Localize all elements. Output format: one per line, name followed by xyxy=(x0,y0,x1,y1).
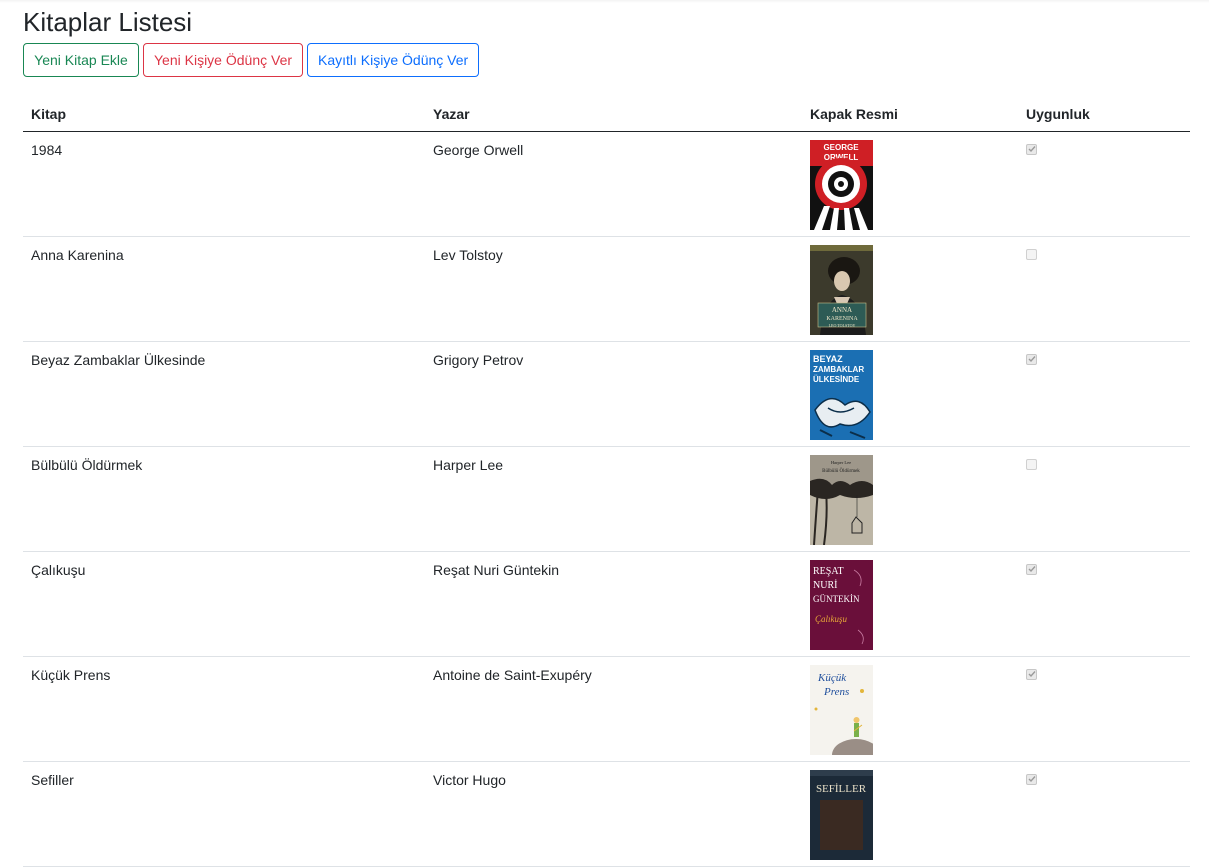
cover-text: Harper Lee xyxy=(831,460,851,465)
book-title: 1984 xyxy=(23,131,425,237)
cover-text: Prens xyxy=(823,686,849,698)
availability-checkbox[interactable] xyxy=(1026,353,1037,365)
availability-checkbox[interactable] xyxy=(1026,773,1037,785)
lend-registered-person-button[interactable]: Kayıtlı Kişiye Ödünç Ver xyxy=(307,43,479,77)
availability-checkbox[interactable] xyxy=(1026,563,1037,575)
book-title: Bülbülü Öldürmek xyxy=(23,446,425,552)
sefiller-cover: SEFİLLER xyxy=(810,769,873,860)
book-title: Çalıkuşu xyxy=(23,551,425,657)
book-title: Beyaz Zambaklar Ülkesinde xyxy=(23,341,425,447)
cover-text: GEORGE xyxy=(823,143,859,152)
cover-text: SEFİLLER xyxy=(816,783,867,795)
book-author: Harper Lee xyxy=(425,446,802,552)
book-author: Grigory Petrov xyxy=(425,341,802,447)
header-book: Kitap xyxy=(23,97,425,132)
table-row: 1984 George Orwell GEORGE ORWELL xyxy=(23,131,1190,237)
calikusu-cover: REŞAT NURİ GÜNTEKİN Çalıkuşu xyxy=(810,559,873,650)
book-author: Antoine de Saint-Exupéry xyxy=(425,656,802,762)
cover-text: ANNA xyxy=(832,306,852,314)
cover-text: NURİ xyxy=(813,579,837,591)
action-buttons: Yeni Kitap Ekle Yeni Kişiye Ödünç Ver Ka… xyxy=(23,43,1190,77)
cover-text: ÜLKESİNDE xyxy=(813,375,860,384)
anna-karenina-cover: ANNA KARENINA LEO TOLSTOY xyxy=(810,244,873,335)
book-author: Victor Hugo xyxy=(425,761,802,867)
book-author: Lev Tolstoy xyxy=(425,236,802,342)
cover-text: Çalıkuşu xyxy=(815,614,848,624)
table-row: Beyaz Zambaklar Ülkesinde Grigory Petrov… xyxy=(23,341,1190,447)
table-row: Anna Karenina Lev Tolstoy ANNA KARENINA … xyxy=(23,236,1190,342)
header-availability: Uygunluk xyxy=(1018,97,1190,132)
kucuk-prens-cover: Küçük Prens xyxy=(810,664,873,755)
header-author: Yazar xyxy=(425,97,802,132)
books-page: Kitaplar Listesi Yeni Kitap Ekle Yeni Ki… xyxy=(23,6,1190,867)
orwell-1984-cover: GEORGE ORWELL xyxy=(810,139,873,230)
book-author: Reşat Nuri Güntekin xyxy=(425,551,802,657)
cover-text: GÜNTEKİN xyxy=(813,594,860,604)
availability-checkbox[interactable] xyxy=(1026,248,1037,260)
availability-checkbox[interactable] xyxy=(1026,143,1037,155)
table-row: Bülbülü Öldürmek Harper Lee Harper Lee B… xyxy=(23,446,1190,552)
table-row: Sefiller Victor Hugo SEFİLLER xyxy=(23,761,1190,867)
cover-text: KARENINA xyxy=(826,316,858,322)
cover-text: Küçük xyxy=(817,672,847,684)
book-title: Sefiller xyxy=(23,761,425,867)
availability-checkbox[interactable] xyxy=(1026,458,1037,470)
page-title: Kitaplar Listesi xyxy=(23,7,193,37)
table-row: Çalıkuşu Reşat Nuri Güntekin REŞAT NURİ … xyxy=(23,551,1190,657)
book-author: George Orwell xyxy=(425,131,802,237)
cover-text: ZAMBAKLAR xyxy=(813,365,864,374)
cover-text: LEO TOLSTOY xyxy=(829,323,856,328)
bulbulu-oldurmek-cover: Harper Lee Bülbülü Öldürmek xyxy=(810,454,873,545)
books-table: Kitap Yazar Kapak Resmi Uygunluk 1984 Ge… xyxy=(23,97,1190,867)
book-title: Küçük Prens xyxy=(23,656,425,762)
add-book-button[interactable]: Yeni Kitap Ekle xyxy=(23,43,139,77)
table-row: Küçük Prens Antoine de Saint-Exupéry Küç… xyxy=(23,656,1190,762)
header-cover: Kapak Resmi xyxy=(802,97,1018,132)
cover-text: REŞAT xyxy=(813,566,844,577)
availability-checkbox[interactable] xyxy=(1026,668,1037,680)
table-header-row: Kitap Yazar Kapak Resmi Uygunluk xyxy=(23,97,1190,132)
cover-text: BEYAZ xyxy=(813,354,843,364)
beyaz-zambaklar-cover: BEYAZ ZAMBAKLAR ÜLKESİNDE xyxy=(810,349,873,440)
book-title: Anna Karenina xyxy=(23,236,425,342)
cover-text: Bülbülü Öldürmek xyxy=(822,468,860,474)
lend-new-person-button[interactable]: Yeni Kişiye Ödünç Ver xyxy=(143,43,303,77)
top-shadow xyxy=(0,0,1209,3)
